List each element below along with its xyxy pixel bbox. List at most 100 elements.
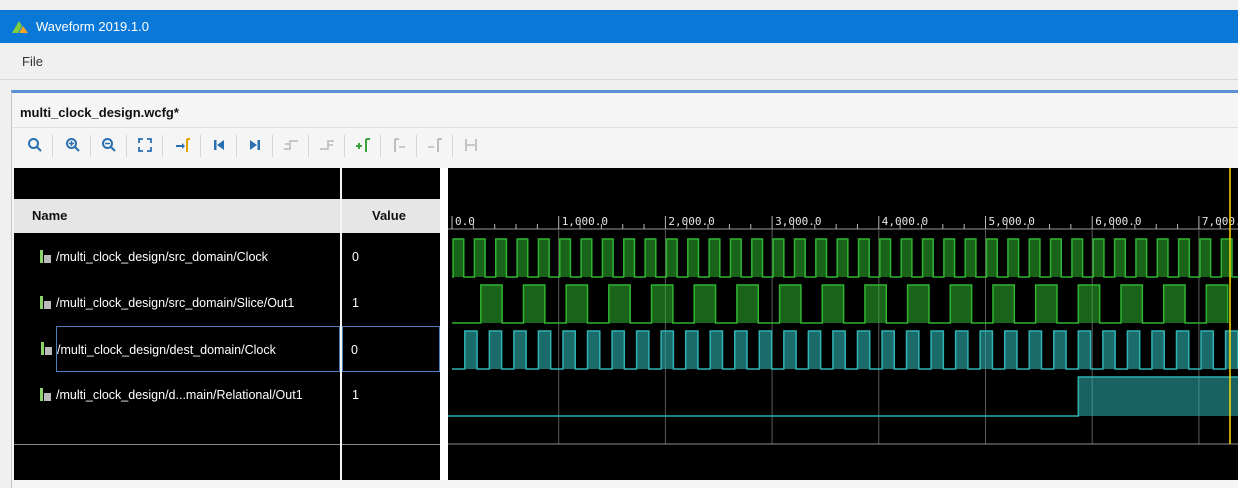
zoom-in-icon[interactable]	[64, 136, 82, 154]
name-column-header[interactable]: Name	[14, 199, 340, 233]
dest-clock-waveform-high-pulse	[1053, 331, 1067, 369]
swap-cursors-icon[interactable]	[462, 136, 480, 154]
toolbar-separator	[308, 135, 309, 157]
dest-clock-waveform-high-pulse	[562, 331, 576, 369]
slice-out-waveform-high-pulse	[992, 285, 1015, 323]
slice-out-waveform-high-pulse	[864, 285, 887, 323]
signal-row[interactable]: /multi_clock_design/src_domain/Slice/Out…	[14, 280, 340, 326]
previous-transition-icon[interactable]	[282, 136, 300, 154]
time-ruler-label: 3,000.0	[775, 215, 821, 228]
divider	[342, 444, 440, 445]
menu-file[interactable]: File	[22, 54, 43, 69]
signal-row[interactable]: /multi_clock_design/src_domain/Clock	[14, 234, 340, 280]
value-text: 0	[352, 250, 359, 264]
go-to-time-zero-icon[interactable]	[210, 136, 228, 154]
dest-clock-waveform-high-pulse	[832, 331, 846, 369]
dest-clock-waveform-high-pulse	[1004, 331, 1017, 369]
dest-clock-waveform-high-pulse	[587, 331, 600, 369]
zoom-fit-icon[interactable]	[136, 136, 154, 154]
src-clock-waveform-high-pulse	[1199, 239, 1211, 277]
slice-out-waveform-high-pulse	[907, 285, 929, 323]
time-ruler-label: 2,000.0	[668, 215, 714, 228]
search-icon[interactable]	[26, 136, 44, 154]
src-clock-waveform-high-pulse	[794, 239, 806, 277]
src-clock-waveform-high-pulse	[1157, 239, 1168, 277]
src-clock-waveform-high-pulse	[559, 239, 571, 277]
toolbar-separator	[126, 135, 127, 157]
src-clock-waveform-high-pulse	[474, 239, 486, 277]
src-clock-waveform-high-pulse	[1093, 239, 1104, 277]
src-clock-waveform-high-pulse	[623, 239, 635, 277]
window-title: Waveform 2019.1.0	[36, 19, 149, 34]
dest-clock-waveform-high-pulse	[1127, 331, 1140, 369]
src-clock-waveform-high-pulse	[943, 239, 955, 277]
signal-icon	[41, 342, 52, 355]
add-marker-icon[interactable]	[354, 136, 372, 154]
waveform-canvas: 0.0 1,000.0 2,000.0 3,000.0 4,000.0 5,000.0 6,…	[448, 168, 1238, 445]
slice-out-waveform-high-pulse	[651, 285, 673, 323]
slice-out-waveform-high-pulse	[736, 285, 759, 323]
relational-out-high-fill	[1078, 377, 1238, 416]
dest-clock-waveform-high-pulse	[980, 331, 993, 369]
src-clock-waveform-high-pulse	[517, 239, 528, 277]
src-clock-waveform-high-pulse	[751, 239, 763, 277]
value-text: 1	[352, 296, 359, 310]
dest-clock-waveform-high-pulse	[1225, 331, 1238, 369]
src-clock-waveform-high-pulse	[879, 239, 891, 277]
src-clock-waveform-high-pulse	[815, 239, 827, 277]
value-text: 0	[351, 343, 358, 357]
slice-out-waveform-high-pulse	[1035, 285, 1057, 323]
dest-clock-waveform-high-pulse	[513, 331, 527, 369]
signal-name: /multi_clock_design/dest_domain/Clock	[57, 343, 276, 357]
src-clock-waveform-high-pulse	[1114, 239, 1126, 277]
slice-out-waveform-high-pulse	[1078, 285, 1100, 323]
dest-clock-waveform-high-pulse	[1078, 331, 1091, 369]
signal-icon	[40, 296, 51, 309]
signal-values-panel: Value 0 1 0 1	[342, 168, 440, 480]
toolbar-separator	[236, 135, 237, 157]
src-clock-waveform-high-pulse	[965, 239, 976, 277]
signal-row[interactable]: /multi_clock_design/d...main/Relational/…	[14, 372, 340, 418]
src-clock-waveform-high-pulse	[1135, 239, 1147, 277]
previous-marker-icon[interactable]	[390, 136, 408, 154]
go-to-last-time-icon[interactable]	[246, 136, 264, 154]
divider	[14, 444, 340, 445]
signal-name: /multi_clock_design/d...main/Relational/…	[56, 388, 303, 402]
value-header-label: Value	[372, 208, 406, 223]
src-clock-waveform-high-pulse	[602, 239, 614, 277]
time-ruler-label: 6,000.0	[1095, 215, 1141, 228]
src-clock-waveform-high-pulse	[1007, 239, 1019, 277]
value-column-header[interactable]: Value	[342, 199, 440, 233]
toolbar-separator	[344, 135, 345, 157]
signal-icon	[40, 388, 51, 401]
next-marker-icon[interactable]	[426, 136, 444, 154]
next-transition-icon[interactable]	[318, 136, 336, 154]
panel-tab-title[interactable]: multi_clock_design.wcfg*	[20, 105, 179, 120]
dest-clock-waveform-high-pulse	[464, 331, 478, 369]
time-ruler-label: 1,000.0	[562, 215, 608, 228]
time-ruler-label: 5,000.0	[989, 215, 1035, 228]
value-cell: 1	[342, 372, 440, 418]
src-clock-waveform-high-pulse	[581, 239, 592, 277]
slice-out-waveform-high-pulse	[1121, 285, 1143, 323]
waveform-viewer[interactable]: 0.0 1,000.0 2,000.0 3,000.0 4,000.0 5,000.0 6,…	[448, 168, 1238, 480]
slice-out-waveform-high-pulse	[523, 285, 545, 323]
dest-clock-waveform-high-pulse	[759, 331, 772, 369]
slice-out-waveform-high-pulse	[822, 285, 844, 323]
signal-row-selected[interactable]: /multi_clock_design/dest_domain/Clock	[41, 326, 340, 372]
panel-splitter[interactable]	[440, 168, 448, 480]
value-text: 1	[352, 388, 359, 402]
zoom-out-icon[interactable]	[100, 136, 118, 154]
src-clock-waveform-high-pulse	[922, 239, 934, 277]
go-to-cursor-icon[interactable]	[174, 136, 192, 154]
signal-name: /multi_clock_design/src_domain/Slice/Out…	[56, 296, 295, 310]
src-clock-waveform-high-pulse	[901, 239, 912, 277]
toolbar-separator	[200, 135, 201, 157]
toolbar-separator	[272, 135, 273, 157]
dest-clock-waveform-high-pulse	[612, 331, 625, 369]
src-clock-waveform-high-pulse	[453, 239, 464, 277]
dest-clock-waveform-high-pulse	[538, 331, 551, 369]
time-ruler-label: 7,000.0	[1202, 215, 1238, 228]
src-clock-waveform-high-pulse	[709, 239, 720, 277]
dest-clock-waveform-high-pulse	[857, 331, 870, 369]
